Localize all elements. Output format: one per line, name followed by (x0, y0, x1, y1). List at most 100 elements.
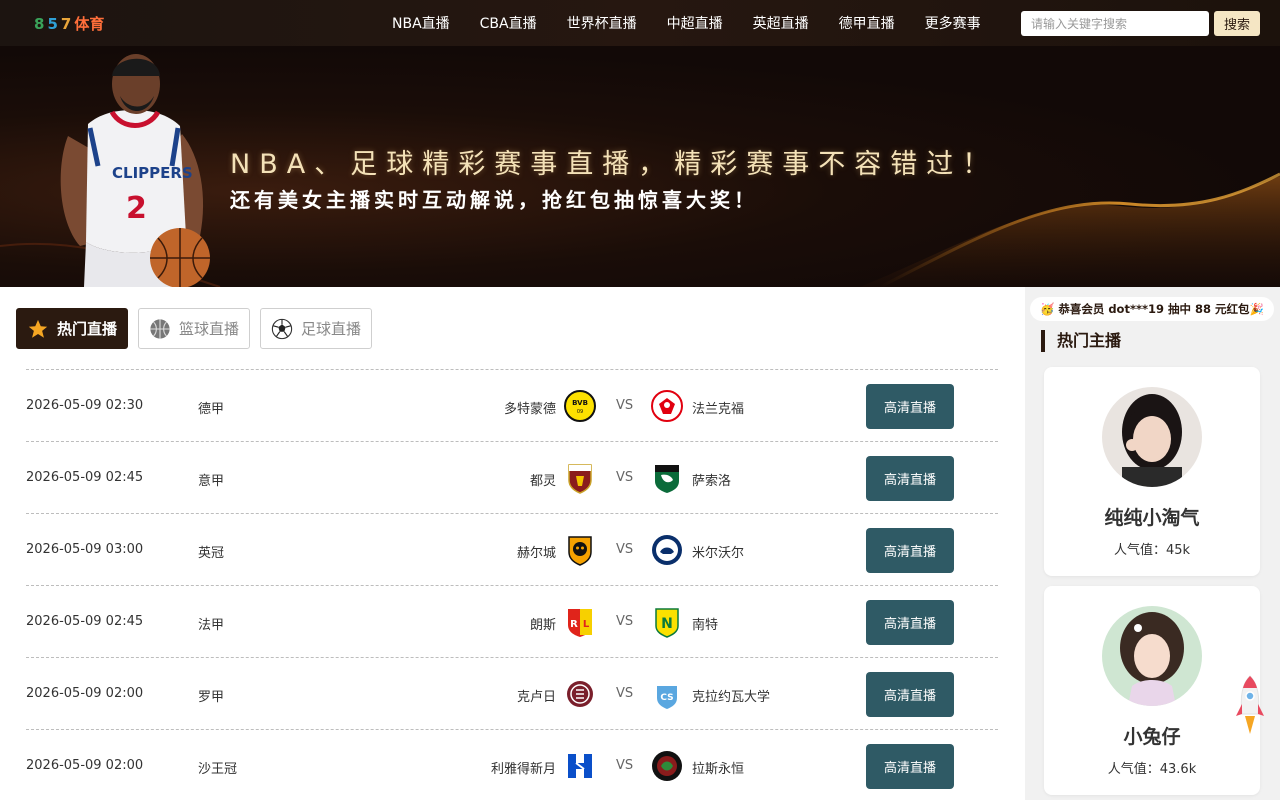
craiova-logo-icon: CS (657, 681, 677, 709)
match-time: 2026-05-09 02:45 (26, 470, 144, 485)
anchor-name: 纯纯小淘气 (1104, 507, 1200, 529)
sassuolo-logo-icon (655, 465, 679, 493)
nav-link-bundesliga[interactable]: 德甲直播 (839, 13, 895, 33)
torino-logo-icon (568, 464, 592, 494)
home-team-name: 利雅得新月 (490, 762, 556, 777)
search-input[interactable] (1021, 11, 1209, 36)
millwall-logo-icon (652, 535, 682, 565)
tab-label: 足球直播 (301, 320, 362, 338)
away-team-name: 萨索洛 (692, 474, 732, 489)
match-league: 沙王冠 (198, 762, 238, 777)
tab-soccer-live[interactable]: 足球直播 (260, 308, 373, 349)
home-team-name: 赫尔城 (516, 546, 556, 561)
avatar (1102, 606, 1202, 706)
basketball-player-illustration: CLIPPERS 2 (60, 54, 210, 287)
home-team-name: 都灵 (529, 474, 556, 489)
nav-link-csl[interactable]: 中超直播 (667, 13, 723, 33)
soccer-ball-icon (271, 318, 293, 339)
anchor-card[interactable]: 小兔仔 人气值：43.6k (1044, 586, 1260, 795)
match-row: 2026-05-09 02:45 法甲 朗斯 RL VS N 南特 高清直播 (26, 585, 998, 657)
jersey-team-text: CLIPPERS (112, 164, 193, 182)
vs-label: VS (616, 470, 634, 485)
logo-digit: 8 (34, 15, 48, 33)
nav-link-epl[interactable]: 英超直播 (753, 13, 809, 33)
top-navigation-bar: 857体育 NBA直播 CBA直播 世界杯直播 中超直播 英超直播 德甲直播 更… (0, 0, 1280, 46)
nav-link-cba[interactable]: CBA直播 (480, 13, 537, 33)
svg-text:N: N (661, 616, 673, 632)
svg-text:L: L (583, 619, 590, 630)
home-team-name: 多特蒙德 (503, 402, 556, 417)
cfr-cluj-logo-icon (567, 681, 593, 707)
hd-live-button[interactable]: 高清直播 (866, 672, 954, 717)
match-row: 2026-05-09 02:45 意甲 都灵 VS 萨索洛 高清直播 (26, 441, 998, 513)
main-nav: NBA直播 CBA直播 世界杯直播 中超直播 英超直播 德甲直播 更多赛事 (392, 0, 1011, 46)
svg-text:CS: CS (660, 693, 673, 703)
logo-digit: 5 (47, 15, 61, 33)
banner-subtitle: 还有美女主播实时互动解说，抢红包抽惊喜大奖！ (230, 188, 758, 212)
al-raed-logo-icon (652, 751, 682, 781)
banner-title: NBA、足球精彩赛事直播，精彩赛事不容错过！ (230, 149, 999, 180)
category-tabs: 热门直播 篮球直播 足球直播 (16, 308, 382, 349)
hd-live-button[interactable]: 高清直播 (866, 528, 954, 573)
hot-anchors-title: 热门主播 (1041, 330, 1121, 352)
match-row: 2026-05-09 03:00 英冠 赫尔城 VS 米尔沃尔 高清直播 (26, 513, 998, 585)
hd-live-button[interactable]: 高清直播 (866, 600, 954, 645)
jersey-number-text: 2 (126, 191, 147, 226)
match-league: 意甲 (198, 474, 225, 489)
away-team-name: 法兰克福 (692, 402, 745, 417)
hd-live-button[interactable]: 高清直播 (866, 456, 954, 501)
match-time: 2026-05-09 02:45 (26, 614, 144, 629)
home-team-name: 克卢日 (516, 690, 556, 705)
prize-notice-ticker: 🥳 恭喜会员 dot***19 抽中 88 元红包🎉 (1030, 297, 1274, 321)
dortmund-logo-icon: BVB 09 (564, 390, 596, 422)
svg-text:R: R (570, 619, 578, 630)
tab-label: 篮球直播 (179, 320, 240, 338)
site-logo[interactable]: 857体育 (34, 13, 104, 34)
hull-city-logo-icon (568, 536, 592, 566)
avatar (1102, 387, 1202, 487)
anchor-card[interactable]: 纯纯小淘气 人气值：45k (1044, 367, 1260, 576)
vs-label: VS (616, 686, 634, 701)
search-button[interactable]: 搜索 (1214, 11, 1260, 36)
match-time: 2026-05-09 02:00 (26, 686, 144, 701)
vs-label: VS (616, 542, 634, 557)
nav-link-more-events[interactable]: 更多赛事 (925, 13, 981, 33)
vs-label: VS (616, 398, 634, 413)
hero-banner: CLIPPERS 2 NBA、足球精彩赛事直播，精彩赛事不容错过！ 还有美女主播… (0, 46, 1280, 287)
away-team-name: 南特 (692, 618, 719, 633)
lens-logo-icon: RL (568, 609, 592, 637)
logo-digit: 7 (60, 15, 75, 33)
frankfurt-logo-icon (651, 390, 683, 422)
anchor-name: 小兔仔 (1123, 726, 1181, 748)
anchor-popularity: 人气值：43.6k (1107, 762, 1197, 777)
nav-link-world-cup[interactable]: 世界杯直播 (567, 13, 637, 33)
tab-hot-live[interactable]: 热门直播 (16, 308, 129, 349)
away-team-name: 克拉约瓦大学 (692, 690, 771, 705)
logo-text: 体育 (74, 15, 105, 33)
star-icon (28, 319, 48, 338)
basketball-icon (150, 318, 170, 339)
match-row: 2026-05-09 02:00 罗甲 克卢日 VS CS 克拉约瓦大学 高清直… (26, 657, 998, 729)
hd-live-button[interactable]: 高清直播 (866, 744, 954, 789)
vs-label: VS (616, 614, 634, 629)
match-league: 罗甲 (198, 690, 225, 705)
vs-label: VS (616, 758, 634, 773)
away-team-name: 拉斯永恒 (692, 762, 745, 777)
match-time: 2026-05-09 02:00 (26, 758, 144, 773)
match-time: 2026-05-09 02:30 (26, 398, 144, 413)
tab-basketball-live[interactable]: 篮球直播 (138, 308, 251, 349)
al-hilal-logo-icon (568, 754, 592, 778)
match-row: 2026-05-09 02:00 沙王冠 利雅得新月 VS 拉斯永恒 高清直播 (26, 729, 998, 800)
hd-live-button[interactable]: 高清直播 (866, 384, 954, 429)
match-row: 2026-05-09 02:30 德甲 多特蒙德 BVB 09 VS 法兰克福 高… (26, 369, 998, 441)
match-league: 英冠 (198, 546, 225, 561)
svg-text:BVB: BVB (572, 399, 588, 407)
away-team-name: 米尔沃尔 (692, 546, 745, 561)
tab-label: 热门直播 (57, 320, 118, 338)
match-league: 法甲 (198, 618, 225, 633)
back-to-top-rocket-icon[interactable] (1234, 674, 1266, 736)
match-list: 2026-05-09 02:30 德甲 多特蒙德 BVB 09 VS 法兰克福 高… (26, 369, 998, 800)
nantes-logo-icon: N (655, 608, 679, 638)
nav-link-nba[interactable]: NBA直播 (392, 13, 450, 33)
home-team-name: 朗斯 (529, 618, 556, 633)
